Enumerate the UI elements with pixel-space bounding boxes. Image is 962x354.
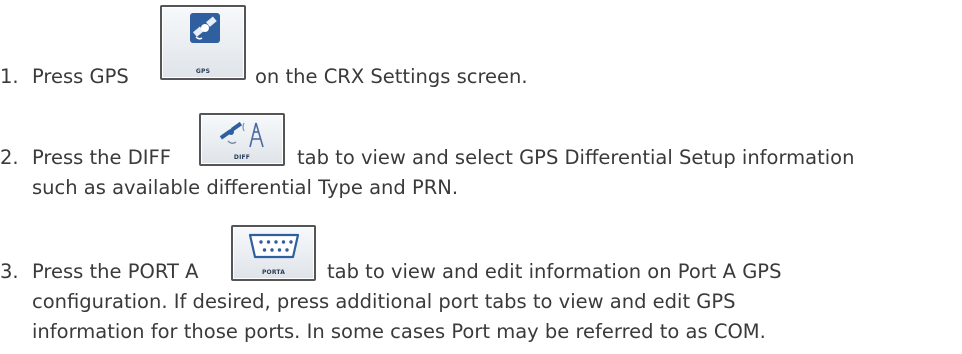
step-text-before: Press GPS [32,65,129,88]
step-number: 2. [0,146,19,169]
step-1-after: on the CRX Settings screen. [255,65,528,89]
step-number: 3. [0,260,19,283]
step-number: 1. [0,65,19,88]
gps-satellite-icon [190,13,220,43]
step-text-after: tab to view and edit information on Port… [327,260,782,283]
instruction-steps: 1. Press GPS GPS on the CRX Settings scr… [0,0,962,354]
serial-port-icon [248,233,300,259]
port-a-tab-button[interactable]: PORTA [231,225,316,281]
port-a-tab-label: PORTA [261,269,286,276]
step-text-before: Press the DIFF [32,146,171,169]
step-2-continuation: such as available differential Type and … [32,176,459,199]
gps-button-label: GPS [195,68,211,75]
step-3-after: tab to view and edit information on Port… [327,260,781,284]
step-2-after: tab to view and select GPS Differential … [297,146,854,170]
diff-tab-label: DIFF [233,154,251,161]
gps-button[interactable]: GPS [160,5,246,80]
differential-satellite-tower-icon [219,121,264,148]
step-text-before: Press the PORT A [32,260,199,283]
diff-tab-button[interactable]: DIFF [199,113,285,166]
step-text-after: tab to view and select GPS Differential … [297,146,855,169]
step-3-continuation-1: configuration. If desired, press additio… [32,290,736,313]
step-text-after: on the CRX Settings screen. [255,65,528,88]
step-3-continuation-2: information for those ports. In some cas… [32,320,766,343]
